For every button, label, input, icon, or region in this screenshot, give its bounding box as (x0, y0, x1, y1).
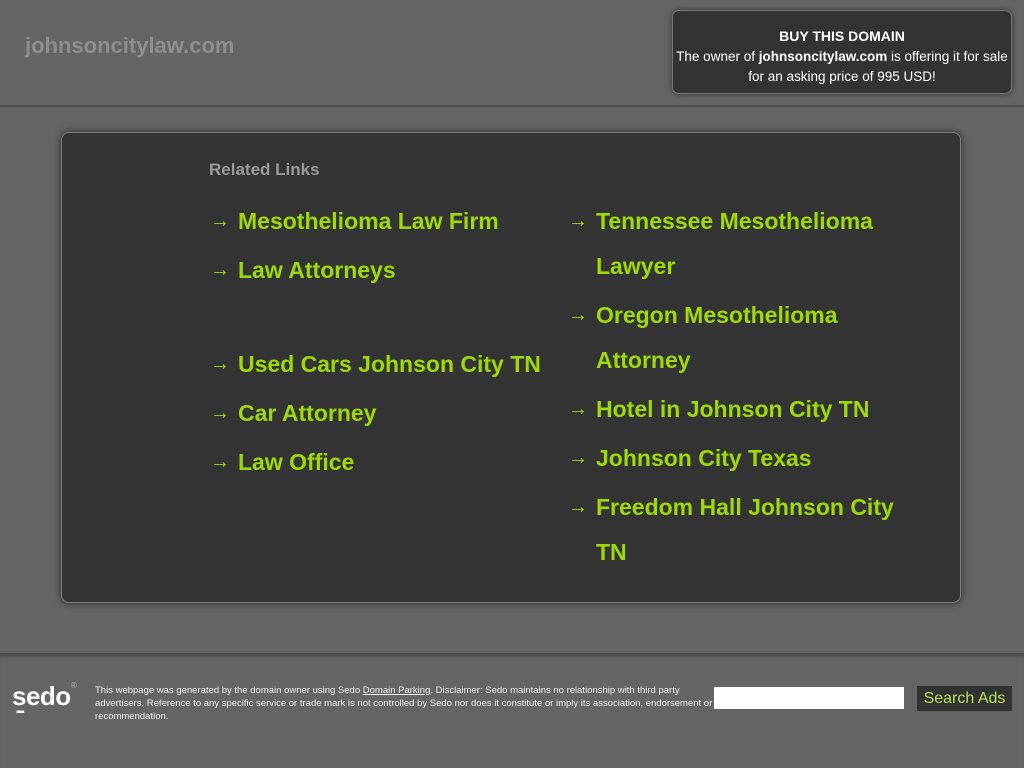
related-link-text[interactable]: Oregon Mesothelioma Attorney (596, 293, 918, 383)
buy-domain-box[interactable]: BUY THIS DOMAIN The owner of johnsoncity… (672, 10, 1012, 94)
related-link[interactable]: → Tennessee Mesothelioma Lawyer (568, 199, 918, 289)
sedo-dots-icon: ▪▪▪ (16, 707, 25, 718)
search-ads-button[interactable]: Search Ads (917, 686, 1012, 711)
related-link-text[interactable]: Tennessee Mesothelioma Lawyer (596, 199, 918, 289)
buy-domain-title: BUY THIS DOMAIN (779, 28, 905, 44)
related-link[interactable]: → Law Attorneys (210, 248, 560, 293)
site-title: johnsoncitylaw.com (25, 33, 235, 58)
related-link-text[interactable]: Law Attorneys (238, 248, 560, 293)
arrow-right-icon: → (210, 451, 230, 473)
related-link[interactable]: → Hotel in Johnson City TN (568, 387, 918, 432)
related-link-text[interactable]: Car Attorney (238, 391, 560, 436)
arrow-right-icon: → (568, 398, 588, 420)
arrow-right-icon: → (210, 259, 230, 281)
related-link-text[interactable]: Mesothelioma Law Firm (238, 199, 560, 244)
related-link-text[interactable]: Johnson City Texas (596, 436, 918, 481)
related-link[interactable]: → Car Attorney (210, 391, 560, 436)
registered-mark: ® (70, 681, 77, 690)
related-link-text[interactable]: Hotel in Johnson City TN (596, 387, 918, 432)
related-links-title: Related Links (209, 160, 320, 179)
related-link[interactable]: → Johnson City Texas (568, 436, 918, 481)
related-link-text[interactable]: Law Office (238, 440, 560, 485)
related-link-text[interactable]: Freedom Hall Johnson City TN (596, 485, 918, 575)
related-link[interactable]: → Used Cars Johnson City TN (210, 342, 560, 387)
disclaimer-prefix: This webpage was generated by the domain… (95, 685, 363, 696)
arrow-right-icon: → (568, 496, 588, 518)
related-link[interactable]: → Oregon Mesothelioma Attorney (568, 293, 918, 383)
buy-domain-name: johnsoncitylaw.com (758, 49, 888, 64)
disclaimer-text: This webpage was generated by the domain… (95, 684, 715, 723)
arrow-right-icon: → (210, 353, 230, 375)
arrow-right-icon: → (210, 210, 230, 232)
arrow-right-icon: → (568, 447, 588, 469)
search-ads-input[interactable] (714, 687, 904, 709)
arrow-right-icon: → (568, 304, 588, 326)
buy-domain-text: The owner of johnsoncitylaw.com is offer… (673, 47, 1011, 87)
related-link-text[interactable]: Used Cars Johnson City TN (238, 342, 560, 387)
related-links-left-column: → Mesothelioma Law Firm → Law Attorneys → U… (210, 199, 560, 489)
footer: sedo® ▪▪▪ This webpage was generated by … (0, 653, 1024, 768)
related-link[interactable]: → Law Office (210, 440, 560, 485)
domain-parking-link[interactable]: Domain Parking (363, 685, 431, 696)
related-link[interactable]: → Freedom Hall Johnson City TN (568, 485, 918, 575)
arrow-right-icon: → (568, 210, 588, 232)
header: johnsoncitylaw.com BUY THIS DOMAIN The o… (0, 0, 1024, 107)
related-link[interactable]: → Mesothelioma Law Firm (210, 199, 560, 244)
related-links-right-column: → Tennessee Mesothelioma Lawyer → Oregon M… (568, 199, 918, 579)
related-links-panel: Related Links → Mesothelioma Law Firm → La… (61, 132, 961, 603)
buy-text-prefix: The owner of (676, 49, 759, 64)
arrow-right-icon: → (210, 402, 230, 424)
